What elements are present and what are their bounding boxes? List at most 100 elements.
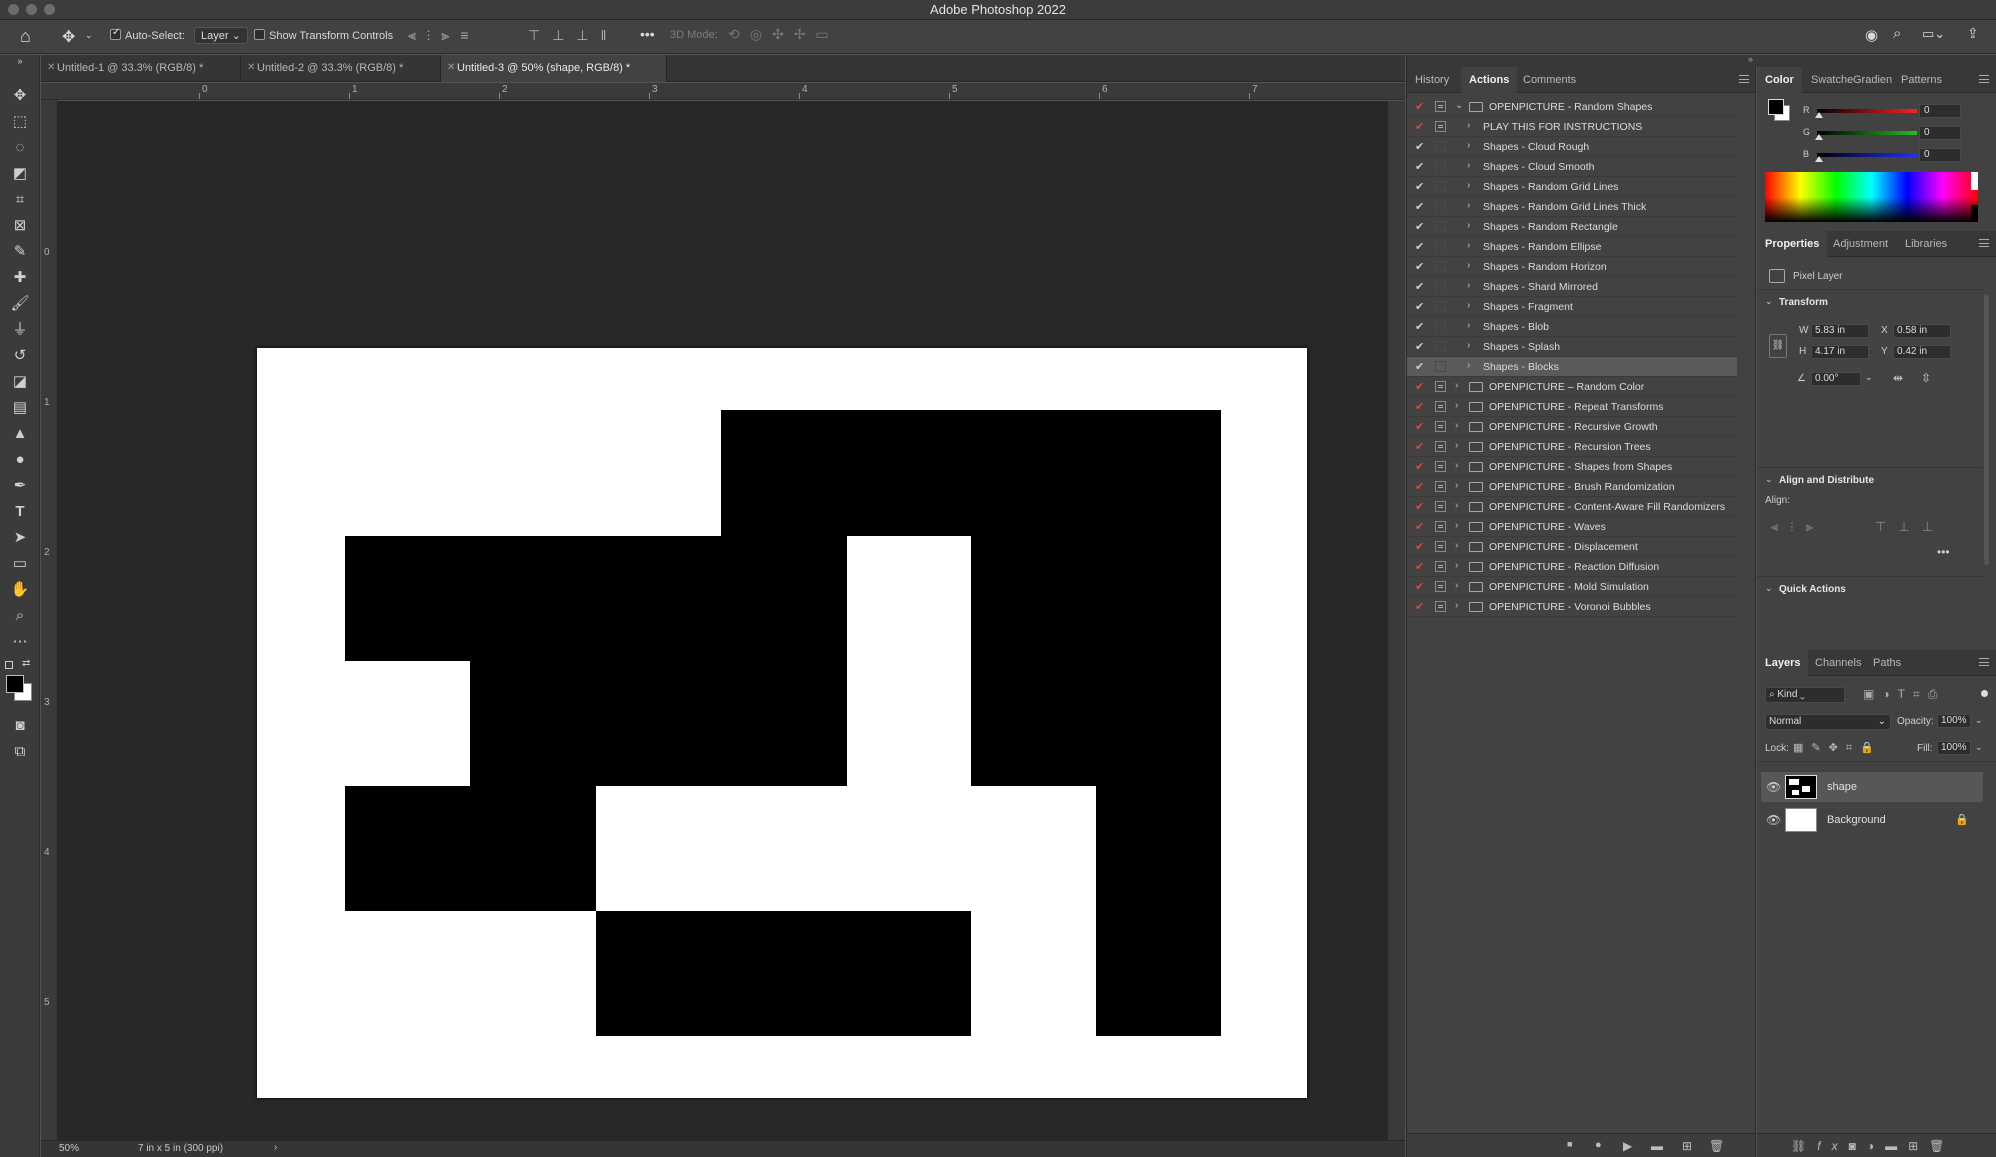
status-arrow-icon[interactable]: › [274,1142,277,1153]
tab-layers[interactable]: Layers [1757,650,1809,676]
learn-icon[interactable]: ◉ [1865,26,1878,44]
chevron-right-icon[interactable]: › [1455,440,1458,451]
action-row[interactable]: ✔ › Shapes - Splash [1407,337,1737,357]
action-row[interactable]: ✔ › Shapes - Blocks [1407,357,1737,377]
panel-menu-icon[interactable] [1979,658,1989,666]
fx-icon[interactable]: fx [1817,1139,1848,1153]
chevron-right-icon[interactable]: › [1467,200,1470,211]
action-row[interactable]: ✔ › Shapes - Random Rectangle [1407,217,1737,237]
x-field[interactable]: 0.58 in [1893,324,1951,338]
chevron-right-icon[interactable]: › [1455,540,1458,551]
chevron-right-icon[interactable]: › [1467,340,1470,351]
checkmark-icon[interactable]: ✔ [1415,380,1424,393]
action-set-row[interactable]: ✔ › OPENPICTURE - Recursion Trees [1407,437,1737,457]
history-brush-tool-icon[interactable]: ↺ [9,345,31,367]
play-icon[interactable]: ▶ [1623,1139,1632,1153]
chevron-down-icon[interactable]: ⌄ [1865,372,1873,383]
tab-untitled-3[interactable]: ✕ Untitled-3 @ 50% (shape, RGB/8) * [441,55,667,82]
checkmark-icon[interactable]: ✔ [1415,540,1424,553]
checkmark-icon[interactable]: ✔ [1415,360,1424,373]
move-tool-icon[interactable]: ✥ [9,85,31,107]
checkmark-icon[interactable]: ✔ [1415,220,1424,233]
horizontal-ruler[interactable]: 0 1 2 3 4 5 6 7 [41,83,1405,100]
slider-knob[interactable] [1815,156,1823,162]
chevron-right-icon[interactable]: › [1467,220,1470,231]
filter-type-icon[interactable]: T [1898,687,1913,701]
action-set-row[interactable]: ✔ › OPENPICTURE - Waves [1407,517,1737,537]
blue-channel-slider[interactable]: B 0 [1803,148,1996,163]
chevron-right-icon[interactable]: › [1455,600,1458,611]
collapse-panel-icon[interactable]: » [1748,54,1753,64]
layer-row-shape[interactable]: 👁 shape [1761,772,1983,802]
dialog-toggle-icon[interactable] [1435,501,1446,512]
action-set-row[interactable]: ✔ › OPENPICTURE - Content-Aware Fill Rando… [1407,497,1737,517]
checkmark-icon[interactable]: ✔ [1415,320,1424,333]
align-vertical-icons-group[interactable]: ⊤⊥⊥‖ [528,27,618,44]
eyedropper-tool-icon[interactable]: ✎ [9,241,31,263]
align-icons-group[interactable]: ⫷⫶⫸≡ [408,27,479,44]
dialog-toggle-icon[interactable] [1435,561,1446,572]
dialog-toggle-icon[interactable] [1435,141,1446,152]
flip-vertical-icon[interactable]: ⇳ [1921,371,1931,385]
blur-tool-icon[interactable]: ▲ [9,423,31,445]
lasso-tool-icon[interactable]: ◌ [9,137,31,159]
dialog-toggle-icon[interactable] [1435,601,1446,612]
align-middle-icon[interactable]: ⊥ [1898,519,1921,534]
dialog-toggle-icon[interactable] [1435,421,1446,432]
align-section-title[interactable]: Align and Distribute [1779,475,1874,486]
quick-mask-icon[interactable]: ◙ [9,715,31,737]
action-row[interactable]: ✔ › Shapes - Cloud Rough [1407,137,1737,157]
slider-track[interactable] [1817,109,1917,113]
clone-stamp-tool-icon[interactable]: ⏚ [9,319,31,341]
eye-icon[interactable]: 👁 [1766,780,1781,794]
red-channel-slider[interactable]: R 0 [1803,104,1996,119]
delete-layer-icon[interactable]: 🗑 [1929,1139,1955,1153]
align-left-icon[interactable]: ⫷ [408,27,427,43]
align-top-icon[interactable]: ⊤ [1875,519,1898,534]
spectrum-black-swatch[interactable] [1971,205,1978,222]
crop-tool-icon[interactable]: ⌗ [9,189,31,211]
dialog-toggle-icon[interactable] [1435,481,1446,492]
checkmark-icon[interactable]: ✔ [1415,600,1424,613]
dialog-toggle-icon[interactable] [1435,201,1446,212]
dialog-toggle-icon[interactable] [1435,261,1446,272]
tab-libraries[interactable]: Libraries [1897,231,1955,257]
layer-name[interactable]: Background [1827,814,1886,826]
angle-field[interactable]: 0.00° [1811,372,1861,386]
checkmark-icon[interactable]: ✔ [1415,500,1424,513]
checkmark-icon[interactable]: ✔ [1415,280,1424,293]
dialog-toggle-icon[interactable] [1435,241,1446,252]
filter-smart-object-icon[interactable]: ⎙ [1928,687,1946,701]
new-group-icon[interactable]: ▬ [1885,1139,1908,1153]
dialog-toggle-icon[interactable] [1435,361,1446,372]
chevron-right-icon[interactable]: › [1455,580,1458,591]
layer-name[interactable]: shape [1827,781,1857,793]
dialog-toggle-icon[interactable] [1435,321,1446,332]
tab-history[interactable]: History [1407,67,1457,93]
dialog-toggle-icon[interactable] [1435,521,1446,532]
checkmark-icon[interactable]: ✔ [1415,400,1424,413]
close-icon[interactable]: ✕ [247,62,255,73]
canvas-area[interactable] [58,101,1388,1140]
panel-menu-icon[interactable] [1979,75,1989,83]
slider-knob[interactable] [1815,134,1823,140]
new-action-icon[interactable]: ⊞ [1682,1139,1692,1153]
align-middle-icon[interactable]: ⊥ [552,27,576,43]
workspace-icon[interactable]: ▭⌄ [1922,26,1945,42]
link-icon[interactable]: ⛓ [1769,334,1787,358]
zoom-tool-icon[interactable]: ⌕ [9,605,31,627]
vertical-scrollbar[interactable] [1388,101,1405,1140]
tab-gradients[interactable]: Gradien [1845,67,1900,93]
action-row[interactable]: ✔ › Shapes - Random Ellipse [1407,237,1737,257]
lock-transparent-icon[interactable]: ▦ [1793,742,1811,754]
chevron-down-icon[interactable]: ⌄ [1765,583,1773,594]
align-right-icon[interactable]: ⫸ [441,27,460,43]
eye-icon[interactable]: 👁 [1766,813,1781,827]
dialog-toggle-icon[interactable] [1435,581,1446,592]
slider-knob[interactable] [1815,112,1823,118]
align-top-icon[interactable]: ⊤ [528,27,552,43]
stop-icon[interactable]: ■ [1567,1139,1572,1149]
dialog-toggle-icon[interactable] [1435,161,1446,172]
tab-channels[interactable]: Channels [1807,650,1869,676]
align-buttons-group[interactable]: ⫷⫶⫸ [1771,519,1825,535]
